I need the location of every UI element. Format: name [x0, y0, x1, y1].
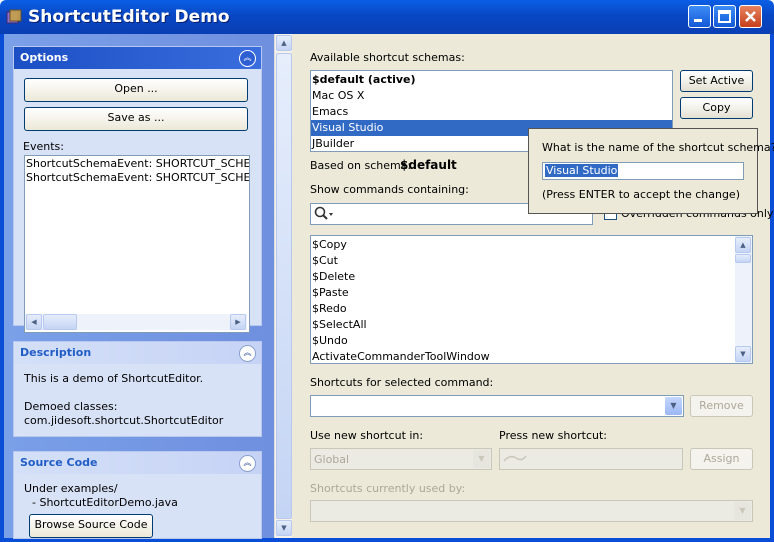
source-path-text: Under examples/	[24, 482, 118, 495]
remove-button[interactable]: Remove	[690, 395, 753, 417]
command-item[interactable]: ActivateCommanderToolWindow	[312, 349, 490, 363]
rename-schema-popup: What is the name of the shortcut schema?…	[528, 128, 774, 214]
schema-item[interactable]: Mac OS X	[311, 88, 672, 104]
shortcuts-label: Shortcuts for selected command:	[310, 376, 494, 389]
description-panel-header[interactable]: Description ︽	[14, 342, 261, 364]
command-list[interactable]: $Copy $Cut $Delete $Paste $Redo $SelectA…	[310, 235, 753, 364]
command-item[interactable]: $Undo	[312, 333, 348, 349]
shortcuts-combo[interactable]: ▼	[310, 395, 684, 417]
demoed-classes-label: Demoed classes:	[24, 400, 118, 413]
source-code-panel: Source Code ︽ Under examples/ - Shortcut…	[13, 451, 262, 539]
scroll-thumb[interactable]	[735, 254, 751, 263]
keyboard-icon	[503, 455, 527, 462]
browse-source-button[interactable]: Browse Source Code	[29, 514, 153, 538]
command-item[interactable]: $Cut	[312, 253, 338, 269]
maximize-icon	[718, 10, 731, 23]
command-item[interactable]: $Delete	[312, 269, 355, 285]
chevron-down-icon[interactable]: ▼	[734, 502, 751, 520]
command-item[interactable]: $Redo	[312, 301, 347, 317]
filter-label: Show commands containing:	[310, 183, 469, 196]
used-by-combo[interactable]: ▼	[310, 500, 753, 522]
scroll-thumb[interactable]	[43, 314, 77, 330]
minimize-icon	[694, 19, 702, 22]
command-item[interactable]: $Copy	[312, 237, 347, 253]
chevron-down-icon[interactable]: ▼	[665, 397, 682, 415]
rename-hint: (Press ENTER to accept the change)	[542, 188, 740, 201]
based-on-value: $default	[400, 158, 457, 172]
press-shortcut-input[interactable]	[499, 448, 683, 470]
copy-button[interactable]: Copy	[680, 97, 753, 119]
scroll-down-icon[interactable]: ▼	[276, 520, 292, 536]
window-frame-right	[770, 34, 774, 542]
search-icon[interactable]	[313, 205, 335, 223]
scroll-up-icon[interactable]: ▲	[276, 35, 292, 51]
source-code-panel-body: Under examples/ - ShortcutEditorDemo.jav…	[14, 474, 261, 538]
rename-question: What is the name of the shortcut schema?	[542, 141, 774, 154]
options-panel-title: Options	[20, 51, 69, 64]
minimize-button[interactable]	[688, 5, 711, 28]
open-button[interactable]: Open ...	[24, 78, 248, 102]
use-in-combo[interactable]: Global ▼	[310, 448, 492, 470]
collapse-icon[interactable]: ︽	[239, 50, 256, 67]
window-title: ShortcutEditor Demo	[28, 7, 230, 27]
source-file-text: - ShortcutEditorDemo.java	[32, 496, 178, 509]
used-by-label: Shortcuts currently used by:	[310, 482, 466, 495]
scroll-right-icon[interactable]: ▶	[230, 314, 246, 330]
demoed-classes-value: com.jidesoft.shortcut.ShortcutEditor	[24, 414, 224, 427]
options-panel-header[interactable]: Options ︽	[14, 47, 261, 69]
source-code-panel-title: Source Code	[20, 456, 98, 469]
events-list[interactable]: ShortcutSchemaEvent: SHORTCUT_SCHEMA_I S…	[24, 155, 250, 333]
assign-button[interactable]: Assign	[690, 448, 753, 470]
set-active-button[interactable]: Set Active	[680, 70, 753, 92]
scroll-thumb[interactable]	[276, 53, 292, 519]
save-as-button[interactable]: Save as ...	[24, 107, 248, 131]
close-button[interactable]	[739, 5, 762, 28]
task-pane-scrollbar[interactable]: ▲ ▼	[274, 34, 292, 538]
maximize-button[interactable]	[713, 5, 736, 28]
description-panel-body: This is a demo of ShortcutEditor. Demoed…	[14, 364, 261, 436]
scroll-down-icon[interactable]: ▼	[735, 346, 751, 362]
command-item[interactable]: $Paste	[312, 285, 349, 301]
schema-name-input[interactable]: Visual Studio	[542, 162, 744, 180]
command-item[interactable]: $SelectAll	[312, 317, 367, 333]
chevron-down-icon[interactable]: ▼	[473, 450, 490, 468]
events-label: Events:	[23, 140, 64, 153]
options-panel: Options ︽ Open ... Save as ... Events: S…	[13, 46, 262, 333]
schema-item[interactable]: Emacs	[311, 104, 672, 120]
schema-name-value: Visual Studio	[545, 164, 619, 177]
horizontal-scrollbar[interactable]: ◀ ▶	[25, 314, 247, 330]
scroll-up-icon[interactable]: ▲	[735, 237, 751, 253]
app-icon	[6, 9, 22, 25]
schema-item[interactable]: $default (active)	[311, 72, 672, 88]
use-in-value: Global	[314, 453, 350, 466]
collapse-icon[interactable]: ︽	[239, 345, 256, 362]
list-item[interactable]: ShortcutSchemaEvent: SHORTCUT_SCHEMA_I	[26, 157, 249, 170]
use-in-label: Use new shortcut in:	[310, 429, 424, 442]
press-shortcut-label: Press new shortcut:	[499, 429, 607, 442]
close-icon	[745, 11, 756, 22]
description-panel-title: Description	[20, 346, 92, 359]
description-text: This is a demo of ShortcutEditor.	[24, 372, 204, 385]
description-panel: Description ︽ This is a demo of Shortcut…	[13, 341, 262, 437]
source-code-panel-header[interactable]: Source Code ︽	[14, 452, 261, 474]
collapse-icon[interactable]: ︽	[239, 455, 256, 472]
scroll-left-icon[interactable]: ◀	[26, 314, 42, 330]
based-on-label: Based on schema:	[310, 159, 412, 172]
schemas-label: Available shortcut schemas:	[310, 51, 465, 64]
list-item[interactable]: ShortcutSchemaEvent: SHORTCUT_SCHEMA_I	[26, 171, 249, 184]
command-list-scrollbar[interactable]: ▲ ▼	[735, 236, 752, 363]
